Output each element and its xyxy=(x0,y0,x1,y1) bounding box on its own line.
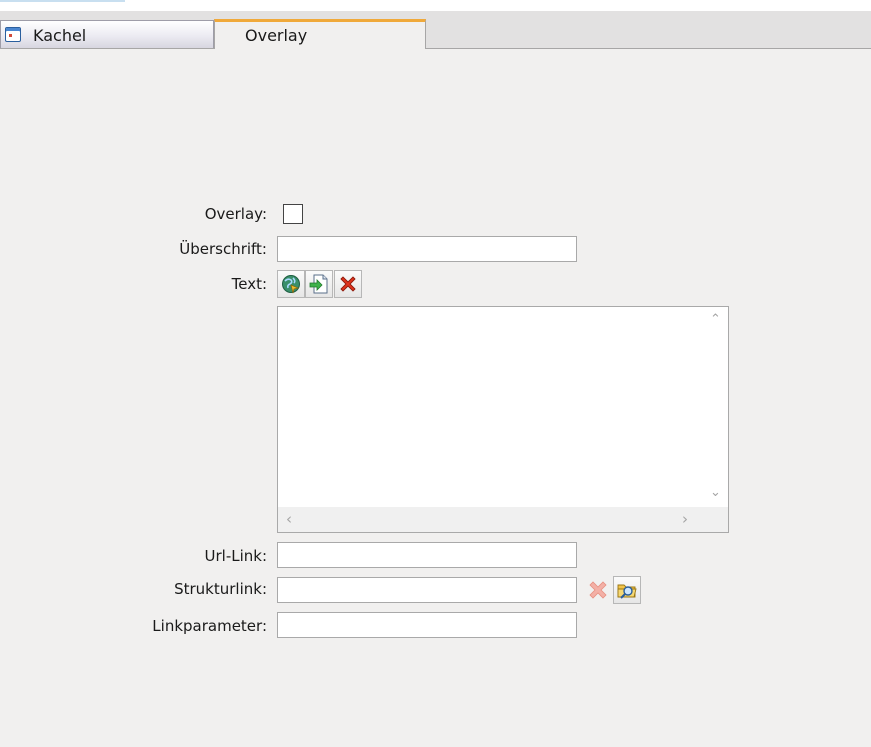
linkparameter-label: Linkparameter: xyxy=(152,617,267,635)
delete-x-icon xyxy=(340,276,356,292)
text-editor-content[interactable] xyxy=(278,307,704,507)
scrollbar-corner xyxy=(703,507,728,532)
horizontal-scrollbar[interactable]: ‹ › xyxy=(278,507,704,532)
globe-link-icon xyxy=(282,275,300,294)
browse-strukturlink-button[interactable] xyxy=(613,576,641,604)
tab-overlay[interactable]: Overlay xyxy=(214,19,426,49)
browse-folder-icon xyxy=(617,584,637,599)
tab-overlay-label: Overlay xyxy=(245,26,308,45)
scroll-down-icon[interactable]: ⌄ xyxy=(710,485,721,500)
insert-document-icon xyxy=(309,274,328,294)
delete-text-button[interactable] xyxy=(334,270,362,298)
scroll-left-icon[interactable]: ‹ xyxy=(286,510,292,528)
clear-strukturlink-button[interactable] xyxy=(585,577,611,603)
delete-x-disabled-icon xyxy=(589,581,607,599)
top-accent xyxy=(0,0,125,2)
overlay-label: Overlay: xyxy=(204,205,267,223)
top-strip xyxy=(0,0,871,11)
urllink-input[interactable] xyxy=(277,542,577,568)
ueberschrift-label: Überschrift: xyxy=(179,240,267,258)
insert-document-button[interactable] xyxy=(305,270,333,298)
overlay-checkbox[interactable] xyxy=(283,204,303,224)
text-editor[interactable]: ⌃ ⌄ ‹ › xyxy=(277,306,729,533)
scroll-up-icon[interactable]: ⌃ xyxy=(710,312,721,327)
linkparameter-input[interactable] xyxy=(277,612,577,638)
tab-kachel-label: Kachel xyxy=(33,26,87,45)
strukturlink-input[interactable] xyxy=(277,577,577,603)
insert-link-button[interactable] xyxy=(277,270,305,298)
vertical-scrollbar[interactable]: ⌃ ⌄ xyxy=(703,307,728,507)
urllink-label: Url-Link: xyxy=(204,547,268,565)
strukturlink-label: Strukturlink: xyxy=(174,580,267,598)
ueberschrift-input[interactable] xyxy=(277,236,577,262)
window-icon xyxy=(5,27,21,42)
scroll-right-icon[interactable]: › xyxy=(682,510,688,528)
tab-kachel[interactable]: Kachel xyxy=(0,20,214,48)
text-label: Text: xyxy=(231,275,267,293)
